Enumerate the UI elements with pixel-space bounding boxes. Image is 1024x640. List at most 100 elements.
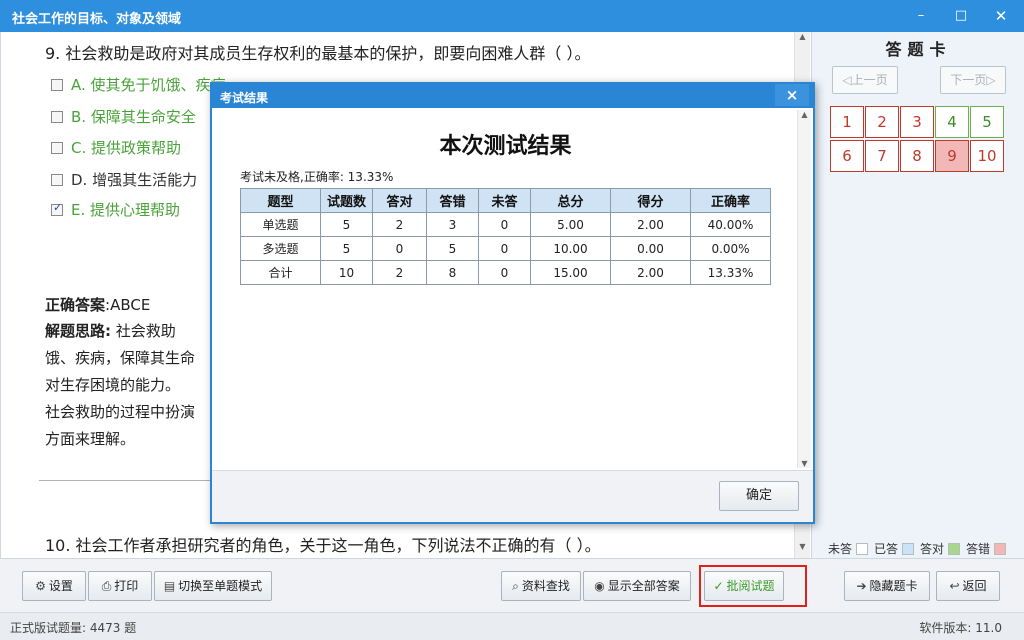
show-all-answers-button[interactable]: ◉ 显示全部答案: [583, 571, 691, 601]
legend-wrong-label: 答错: [966, 542, 991, 556]
card-item-1[interactable]: 1: [830, 106, 864, 138]
card-item-5[interactable]: 5: [970, 106, 1004, 138]
dialog-scroll-up-icon[interactable]: ▲: [798, 110, 811, 119]
table-cell: 40.00%: [690, 212, 771, 237]
table-cell: 8: [426, 260, 479, 285]
table-cell: 5.00: [530, 212, 611, 237]
table-cell: 2: [372, 260, 427, 285]
table-cell: 5: [426, 236, 479, 261]
option-b-label: B. 保障其生命安全: [71, 108, 196, 126]
col-unanswered: 未答: [478, 188, 531, 213]
result-table: 题型 试题数 答对 答错 未答 总分 得分 正确率 单选题 5 2 3 0 5.…: [240, 188, 771, 285]
option-d-label: D. 增强其生活能力: [71, 171, 198, 189]
col-correct: 答对: [372, 188, 427, 213]
lookup-button[interactable]: ⌕ 资料查找: [501, 571, 581, 601]
card-item-7[interactable]: 7: [865, 140, 899, 172]
col-score: 得分: [610, 188, 691, 213]
option-c[interactable]: C. 提供政策帮助: [51, 137, 181, 158]
question-count: 正式版试题量: 4473 题: [10, 621, 137, 635]
card-item-10[interactable]: 10: [970, 140, 1004, 172]
hide-card-label: 隐藏题卡: [869, 579, 918, 593]
analysis-text-2: 饿、疾病，保障其生命: [45, 349, 196, 367]
review-label: 批阅试题: [726, 579, 775, 593]
review-button[interactable]: ✓ 批阅试题: [704, 571, 784, 601]
close-window-button[interactable]: ✕: [986, 4, 1016, 28]
option-a-checkbox[interactable]: [51, 79, 63, 91]
minimize-button[interactable]: –: [906, 4, 936, 28]
option-e[interactable]: E. 提供心理帮助: [51, 199, 180, 220]
option-c-checkbox[interactable]: [51, 142, 63, 154]
analysis-label: 解题思路:: [45, 322, 111, 340]
table-cell: 3: [426, 212, 479, 237]
card-item-6[interactable]: 6: [830, 140, 864, 172]
legend-wrong-swatch: [994, 543, 1007, 555]
dialog-close-button[interactable]: ×: [775, 84, 809, 106]
table-cell: 0: [372, 236, 427, 261]
table-cell: 多选题: [240, 236, 321, 261]
col-rate: 正确率: [690, 188, 771, 213]
result-summary: 考试未及格,正确率: 13.33%: [240, 170, 394, 184]
col-type: 题型: [240, 188, 321, 213]
card-item-9[interactable]: 9: [935, 140, 969, 172]
scroll-up-icon[interactable]: ▲: [795, 32, 810, 46]
option-b-checkbox[interactable]: [51, 111, 63, 123]
analysis-text-3: 对生存困境的能力。: [45, 376, 181, 394]
option-d[interactable]: D. 增强其生活能力: [51, 169, 197, 190]
print-button[interactable]: ⎙ 打印: [88, 571, 152, 601]
table-cell: 2.00: [610, 212, 691, 237]
card-item-4[interactable]: 4: [935, 106, 969, 138]
lookup-label: 资料查找: [521, 579, 570, 593]
print-label: 打印: [114, 579, 139, 593]
option-d-checkbox[interactable]: [51, 174, 63, 186]
settings-label: 设置: [48, 579, 73, 593]
table-cell: 0: [478, 212, 531, 237]
result-table-header: 题型 试题数 答对 答错 未答 总分 得分 正确率: [240, 188, 771, 213]
title-bar: 社会工作的目标、对象及领域 – □ ✕: [0, 0, 1024, 32]
card-item-2[interactable]: 2: [865, 106, 899, 138]
table-cell: 0.00: [610, 236, 691, 261]
dialog-body: 本次测试结果 考试未及格,正确率: 13.33% 题型 试题数 答对 答错 未答…: [214, 110, 797, 468]
card-item-8[interactable]: 8: [900, 140, 934, 172]
arrow-right-circle-icon: ➔: [856, 579, 867, 593]
table-cell: 10.00: [530, 236, 611, 261]
single-mode-button[interactable]: ▤ 切换至单题模式: [154, 571, 272, 601]
legend-correct-swatch: [948, 543, 961, 555]
table-row: 单选题 5 2 3 0 5.00 2.00 40.00%: [240, 212, 771, 237]
table-cell: 0: [478, 236, 531, 261]
dialog-title: 考试结果: [220, 91, 269, 105]
next-page-button[interactable]: 下一页▷: [940, 66, 1006, 94]
col-count: 试题数: [320, 188, 373, 213]
legend-correct-label: 答对: [920, 542, 945, 556]
prev-page-button[interactable]: ◁上一页: [832, 66, 898, 94]
option-e-checkbox[interactable]: [51, 201, 63, 216]
col-total: 总分: [530, 188, 611, 213]
dialog-scroll-down-icon[interactable]: ▼: [798, 459, 811, 468]
correct-answer-label: 正确答案: [45, 296, 106, 314]
window-title: 社会工作的目标、对象及领域: [12, 12, 182, 27]
dialog-title-bar: 考试结果 ×: [212, 84, 813, 108]
option-b[interactable]: B. 保障其生命安全: [51, 106, 196, 127]
status-bar: 正式版试题量: 4473 题 软件版本: 11.0: [0, 612, 1024, 640]
back-button[interactable]: ↩ 返回: [936, 571, 1000, 601]
table-cell: 5: [320, 212, 373, 237]
analysis-text-4: 社会救助的过程中扮演: [45, 403, 196, 421]
legend-answered-swatch: [902, 543, 915, 555]
scroll-down-icon[interactable]: ▼: [795, 542, 810, 556]
ok-button[interactable]: 确定: [719, 481, 799, 511]
dialog-scrollbar[interactable]: ▲ ▼: [797, 110, 811, 468]
table-row: 多选题 5 0 5 0 10.00 0.00 0.00%: [240, 236, 771, 261]
settings-button[interactable]: ⚙ 设置: [22, 571, 86, 601]
software-version: 软件版本: 11.0: [919, 621, 1002, 635]
option-a[interactable]: A. 使其免于饥饿、疾病: [51, 74, 226, 95]
analysis-text-5: 方面来理解。: [45, 430, 136, 448]
card-item-3[interactable]: 3: [900, 106, 934, 138]
exam-result-dialog: 考试结果 × 本次测试结果 考试未及格,正确率: 13.33% 题型 试题数 答…: [210, 82, 815, 524]
option-a-label: A. 使其免于饥饿、疾病: [71, 76, 226, 94]
table-cell: 5: [320, 236, 373, 261]
answer-card: 答题卡 ◁上一页 下一页▷ 1 2 3 4 5 6 7 8 9 10 未答 已答 答…: [811, 32, 1024, 558]
maximize-button[interactable]: □: [946, 4, 976, 28]
analysis-line-1: 解题思路: 社会救助: [45, 320, 176, 341]
legend-unanswered-label: 未答: [828, 542, 853, 556]
answer-card-legend: 未答 已答 答对 答错: [828, 540, 1012, 557]
hide-card-button[interactable]: ➔ 隐藏题卡: [844, 571, 930, 601]
